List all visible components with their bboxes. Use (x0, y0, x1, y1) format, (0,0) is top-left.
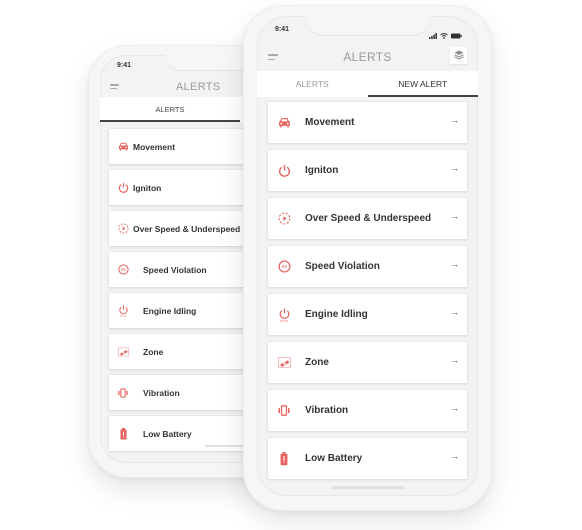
alert-label: Movement (305, 117, 355, 128)
status-time: 9:41 (275, 26, 290, 33)
alert-label: Speed Violation (143, 264, 207, 275)
active-tab-indicator (367, 95, 478, 97)
speed-play-icon (277, 212, 291, 226)
tab-alerts[interactable]: ALERTS (100, 97, 240, 122)
low-battery-icon (277, 451, 291, 466)
status-time: 9:41 (117, 62, 132, 69)
page-title: ALERTS (343, 50, 392, 64)
alert-label: Vibration (143, 387, 180, 398)
speed-limit-50-icon: 50 (277, 260, 291, 274)
tab-label: ALERTS (155, 105, 185, 114)
wifi-icon (440, 26, 448, 44)
battery-icon (451, 26, 462, 44)
alert-label: Low Battery (305, 453, 363, 464)
zone-icon (277, 356, 291, 370)
alert-item-vibration[interactable]: Vibration → (268, 390, 467, 431)
alert-label: Engine Idling (143, 305, 197, 316)
alert-label: Engine Idling (305, 309, 368, 320)
car-icon (277, 116, 291, 130)
tab-label: NEW ALERT (398, 79, 448, 89)
alert-label: Low Battery (143, 428, 192, 439)
svg-text:50: 50 (281, 264, 287, 270)
engine-idle-icon (117, 305, 129, 317)
engine-idle-icon (277, 308, 291, 322)
tab-label: ALERTS (295, 79, 329, 89)
svg-text:50: 50 (121, 267, 126, 272)
alert-label: Igniton (133, 182, 162, 193)
alert-item-ignition[interactable]: Igniton → (268, 150, 467, 191)
speed-limit-50-icon: 50 (117, 264, 129, 276)
car-icon (117, 141, 129, 153)
tab-bar: ALERTS NEW ALERT (257, 71, 478, 97)
layers-icon (453, 47, 464, 65)
arrow-right-icon: → (450, 259, 459, 269)
low-battery-icon (117, 427, 129, 440)
notch (305, 16, 430, 36)
arrow-right-icon: → (450, 115, 459, 125)
power-icon (117, 182, 129, 194)
home-indicator (331, 486, 404, 489)
alert-item-engine-idling[interactable]: Engine Idling → (268, 294, 467, 335)
alert-item-movement[interactable]: Movement → (268, 102, 467, 143)
alert-item-over-speed[interactable]: Over Speed & Underspeed → (268, 198, 467, 239)
alert-label: Zone (143, 346, 164, 357)
alert-label: Vibration (305, 405, 349, 416)
vibration-icon (117, 387, 129, 399)
tab-new-alert[interactable]: NEW ALERT (367, 71, 478, 97)
front-phone-mockup: 9:41 ALERTS ALERTS NEW ALERT Movement → (243, 5, 492, 511)
alert-item-zone[interactable]: Zone → (268, 342, 467, 383)
alert-label: Igniton (305, 165, 339, 176)
alert-item-speed-violation[interactable]: 50 Speed Violation → (268, 246, 467, 287)
alert-label: Movement (133, 141, 176, 152)
layers-button[interactable] (450, 47, 467, 64)
speed-play-icon (117, 223, 129, 235)
alert-label: Over Speed & Underspeed (305, 213, 432, 224)
arrow-right-icon: → (450, 163, 459, 173)
active-tab-indicator (100, 120, 240, 122)
zone-icon (117, 346, 129, 358)
power-icon (277, 164, 291, 178)
alert-label: Over Speed & Underspeed (133, 223, 241, 234)
signal-icon (429, 26, 437, 44)
status-icons (429, 26, 462, 44)
arrow-right-icon: → (450, 307, 459, 317)
alert-item-low-battery[interactable]: Low Battery → (268, 438, 467, 479)
arrow-right-icon: → (450, 211, 459, 221)
front-phone-screen: 9:41 ALERTS ALERTS NEW ALERT Movement → (257, 16, 478, 496)
alert-label: Zone (305, 357, 329, 368)
arrow-right-icon: → (450, 403, 459, 413)
vibration-icon (277, 404, 291, 418)
tab-alerts[interactable]: ALERTS (257, 71, 368, 97)
arrow-right-icon: → (450, 451, 459, 461)
arrow-right-icon: → (450, 355, 459, 365)
alert-label: Speed Violation (305, 261, 380, 272)
